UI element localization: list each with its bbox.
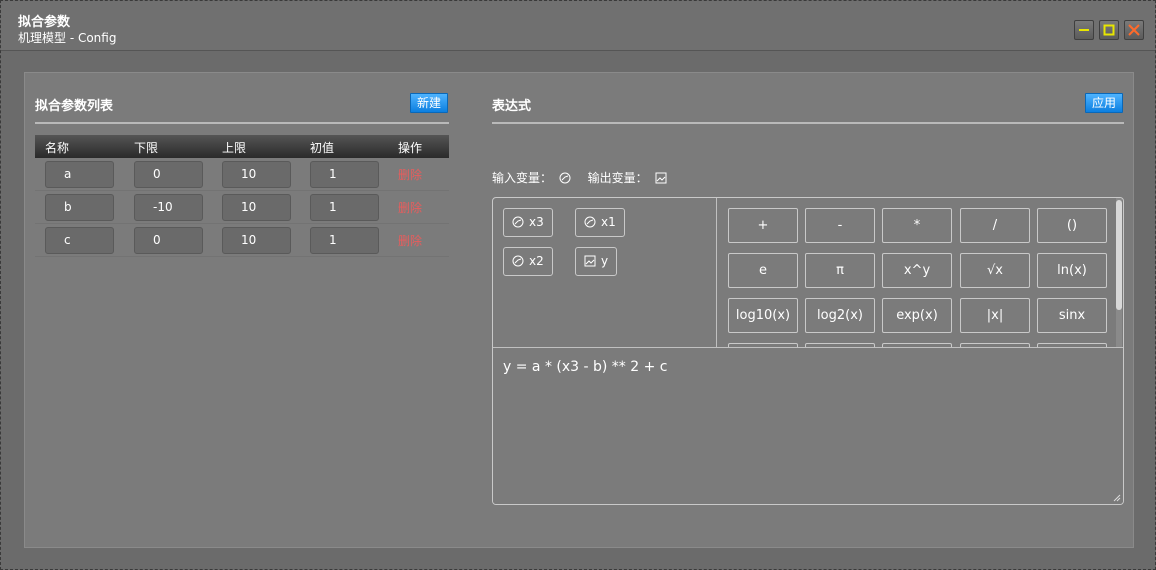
content-panel: 拟合参数列表 新建 名称 下限 上限 初值 操作 a 0 10 1 删除 b -… [24,72,1134,548]
table-row: a 0 10 1 删除 [35,158,449,191]
var-label: y [601,254,609,268]
var-chip-x3[interactable]: x3 [503,208,553,237]
op-sqrt-button[interactable]: √x [960,253,1030,288]
gauge-icon [512,216,524,228]
param-list-title: 拟合参数列表 [35,99,114,114]
lower-field[interactable]: 0 [134,161,203,188]
table-row: b -10 10 1 删除 [35,191,449,224]
output-var-label: 输出变量： [587,171,648,185]
expression-title: 表达式 [492,99,532,114]
op-exp-button[interactable]: exp(x) [882,298,952,333]
var-label: x1 [601,215,616,229]
col-init: 初值 [310,141,335,155]
input-var-label: 输入变量： [492,171,553,185]
name-field[interactable]: b [45,194,114,221]
col-upper: 上限 [222,141,247,155]
scrollbar-thumb[interactable] [1116,200,1122,310]
expression-textarea[interactable]: y = a * (x3 - b) ** 2 + c [493,347,1123,504]
upper-field[interactable]: 10 [222,194,291,221]
new-button[interactable]: 新建 [410,93,449,113]
maximize-icon [1103,24,1115,36]
col-lower: 下限 [134,141,159,155]
config-window: 拟合参数 机理模型 - Config 拟合参数列表 新建 名称 下限 上限 初值… [0,0,1156,570]
gauge-icon [559,172,571,184]
var-chip-x2[interactable]: x2 [503,247,553,276]
gauge-icon [584,216,596,228]
param-table-header: 名称 下限 上限 初值 操作 [35,135,449,158]
init-field[interactable]: 1 [310,161,379,188]
upper-field[interactable]: 10 [222,227,291,254]
op-minus-button[interactable]: - [805,208,875,243]
right-divider [492,122,1124,124]
close-button[interactable] [1124,20,1144,40]
delete-link[interactable]: 删除 [398,166,422,183]
expression-text: y = a * (x3 - b) ** 2 + c [503,359,668,375]
op-abs-button[interactable]: |x| [960,298,1030,333]
op-plus-button[interactable]: + [728,208,798,243]
var-label: x2 [529,254,544,268]
image-icon [584,255,596,267]
lower-field[interactable]: 0 [134,227,203,254]
op-multiply-button[interactable]: * [882,208,952,243]
upper-field[interactable]: 10 [222,161,291,188]
var-chip-x1[interactable]: x1 [575,208,625,237]
col-name: 名称 [45,141,70,155]
init-field[interactable]: 1 [310,194,379,221]
op-log10-button[interactable]: log10(x) [728,298,798,333]
op-divide-button[interactable]: / [960,208,1030,243]
minimize-button[interactable] [1074,20,1094,40]
init-field[interactable]: 1 [310,227,379,254]
window-subtitle: 机理模型 - Config [18,31,117,45]
op-ln-button[interactable]: ln(x) [1037,253,1107,288]
name-field[interactable]: a [45,161,114,188]
left-divider [35,122,449,124]
apply-button[interactable]: 应用 [1085,93,1124,113]
op-e-button[interactable]: e [728,253,798,288]
variable-pane: x3 x1 x2 y [493,198,717,347]
op-log2-button[interactable]: log2(x) [805,298,875,333]
var-label: x3 [529,215,544,229]
close-icon [1128,24,1140,36]
gauge-icon [512,255,524,267]
image-icon [655,172,667,184]
name-field[interactable]: c [45,227,114,254]
variable-legend: 输入变量： 输出变量： [492,169,670,186]
delete-link[interactable]: 删除 [398,199,422,216]
minimize-icon [1079,29,1089,31]
operator-scrollbar[interactable] [1116,198,1122,347]
table-row: c 0 10 1 删除 [35,224,449,257]
resize-grip-icon[interactable] [1111,492,1121,502]
op-parens-button[interactable]: () [1037,208,1107,243]
lower-field[interactable]: -10 [134,194,203,221]
title-bar: 拟合参数 机理模型 - Config [1,1,1155,51]
col-action: 操作 [398,141,423,155]
op-sin-button[interactable]: sinx [1037,298,1107,333]
maximize-button[interactable] [1099,20,1119,40]
op-power-button[interactable]: x^y [882,253,952,288]
op-pi-button[interactable]: π [805,253,875,288]
expression-editor: x3 x1 x2 y + - * / () e π x^y √x ln(x) l… [492,197,1124,505]
delete-link[interactable]: 删除 [398,232,422,249]
window-title: 拟合参数 [18,15,71,30]
operator-pane: + - * / () e π x^y √x ln(x) log10(x) log… [718,198,1122,347]
var-chip-y[interactable]: y [575,247,618,276]
